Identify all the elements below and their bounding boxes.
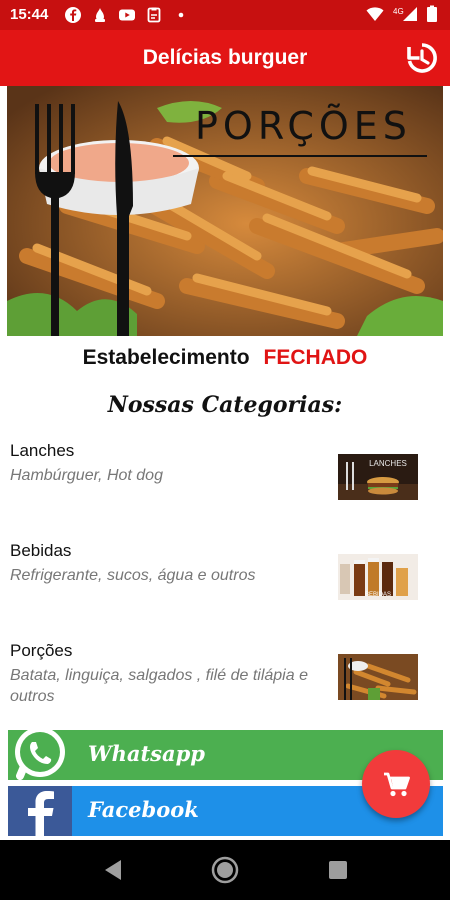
- cart-button[interactable]: [362, 750, 430, 818]
- status-bar: 15:44 4G: [0, 0, 450, 30]
- back-icon[interactable]: [98, 855, 128, 885]
- category-thumbnail: LANCHES: [338, 454, 418, 500]
- dot-icon: [178, 12, 184, 18]
- category-item-bebidas[interactable]: Bebidas Refrigerante, sucos, água e outr…: [0, 541, 450, 621]
- category-thumbnail: [338, 654, 418, 700]
- recents-icon[interactable]: [323, 855, 353, 885]
- youtube-icon: [119, 9, 135, 21]
- status-time: 15:44: [10, 6, 49, 23]
- establishment-label: Estabelecimento: [82, 346, 250, 369]
- category-name: Bebidas: [10, 541, 72, 560]
- establishment-status: Estabelecimento FECHADO: [0, 346, 450, 370]
- categories-heading: Nossas Categorias:: [107, 392, 343, 418]
- system-icons: 4G: [366, 5, 438, 23]
- clipboard-icon: [147, 7, 161, 23]
- category-description: Hambúrguer, Hot dog: [10, 467, 163, 484]
- thumbnail-label: LANCHES: [369, 459, 407, 468]
- cart-icon: [384, 772, 410, 797]
- home-icon[interactable]: [210, 855, 240, 885]
- app-title: Delícias burguer: [142, 46, 308, 69]
- category-description: Refrigerante, sucos, água e outros: [10, 567, 256, 584]
- establishment-status-value: FECHADO: [263, 346, 368, 369]
- category-description: Batata, linguiça, salgados , filé de til…: [10, 667, 308, 705]
- category-item-porcoes[interactable]: Porções Batata, linguiça, salgados , fil…: [0, 641, 450, 721]
- system-nav-bar: [0, 840, 450, 900]
- history-button[interactable]: [402, 40, 438, 76]
- notification-icons: [64, 6, 190, 24]
- signal-icon: 4G: [393, 7, 417, 21]
- category-name: Porções: [10, 641, 73, 660]
- thumbnail-label: BEBIDAS: [365, 592, 391, 598]
- app-bar: Delícias burguer: [0, 30, 450, 86]
- history-icon: [407, 43, 437, 73]
- sauce-icon: [95, 8, 105, 22]
- category-item-lanches[interactable]: Lanches Hambúrguer, Hot dog LANCHES: [0, 441, 450, 521]
- facebook-label: Facebook: [88, 797, 199, 822]
- category-banner: PORÇÕES: [7, 86, 443, 336]
- category-thumbnail: BEBIDAS: [338, 554, 418, 600]
- whatsapp-icon: [15, 727, 65, 780]
- battery-icon: [427, 5, 437, 22]
- facebook-icon: [65, 7, 81, 23]
- category-name: Lanches: [10, 441, 75, 460]
- facebook-icon: [8, 786, 72, 836]
- banner-title: PORÇÕES: [195, 104, 412, 148]
- network-type: 4G: [393, 7, 404, 16]
- whatsapp-label: Whatsapp: [88, 741, 205, 766]
- wifi-icon: [366, 7, 384, 22]
